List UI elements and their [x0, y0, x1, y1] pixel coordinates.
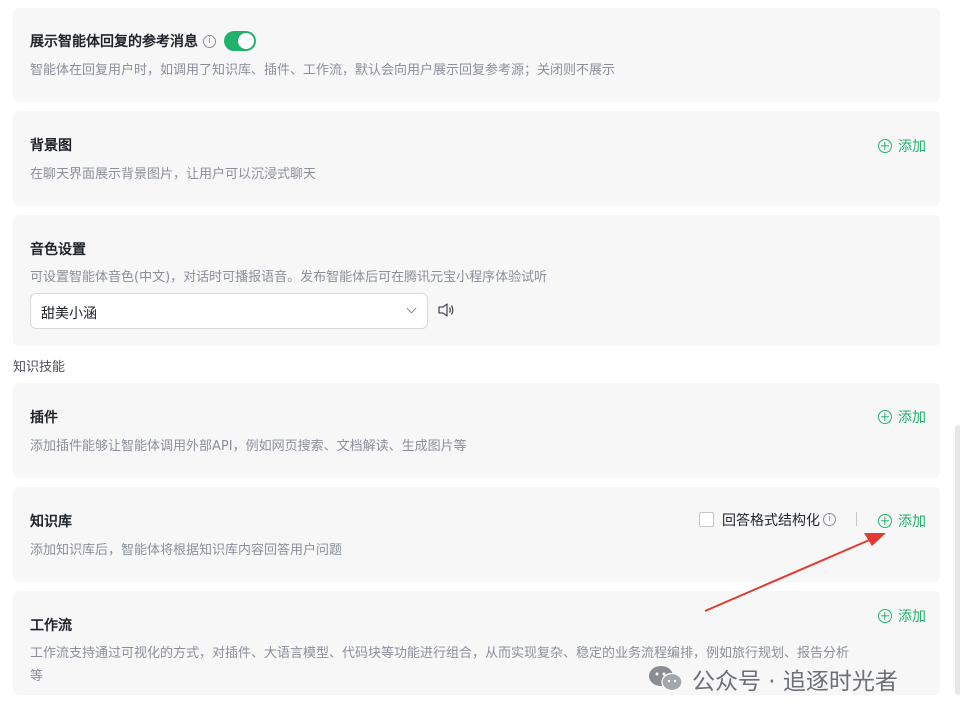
annotation-arrow: [704, 533, 886, 612]
watermark: 公众号 · 追逐时光者: [648, 662, 898, 696]
wechat-icon: [649, 666, 683, 692]
watermark-text: 公众号 · 追逐时光者: [692, 669, 898, 695]
